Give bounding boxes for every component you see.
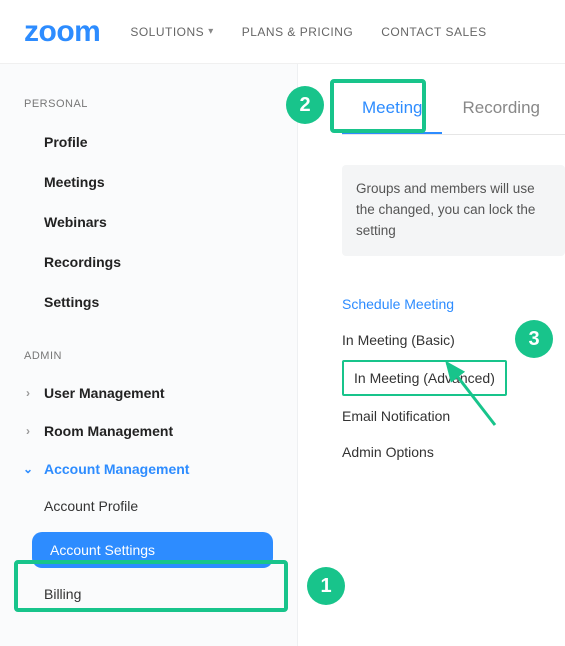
sidebar-item-profile[interactable]: Profile	[0, 122, 297, 162]
settings-sublinks: Schedule Meeting In Meeting (Basic) In M…	[342, 286, 565, 470]
top-navbar: zoom SOLUTIONS ▾ PLANS & PRICING CONTACT…	[0, 0, 565, 64]
nav-contact-sales[interactable]: CONTACT SALES	[381, 25, 486, 39]
tab-meeting[interactable]: Meeting	[342, 82, 442, 134]
chevron-right-icon: ›	[22, 386, 34, 400]
sidebar-item-webinars[interactable]: Webinars	[0, 202, 297, 242]
nav-plans-pricing[interactable]: PLANS & PRICING	[242, 25, 354, 39]
link-in-meeting-basic[interactable]: In Meeting (Basic)	[342, 322, 565, 358]
sidebar-item-meetings[interactable]: Meetings	[0, 162, 297, 202]
sidebar-item-account-settings-wrap: Account Settings	[24, 528, 273, 572]
link-in-meeting-advanced[interactable]: In Meeting (Advanced)	[342, 360, 507, 396]
nav-solutions-label: SOLUTIONS	[130, 25, 204, 39]
tab-recording[interactable]: Recording	[442, 82, 560, 134]
sidebar-item-billing[interactable]: Billing	[0, 576, 297, 612]
sidebar-item-account-management[interactable]: ⌄ Account Management	[0, 450, 297, 488]
tabs: Meeting Recording	[342, 82, 565, 135]
chevron-down-icon: ⌄	[22, 462, 34, 476]
link-schedule-meeting[interactable]: Schedule Meeting	[342, 286, 565, 322]
info-banner: Groups and members will use the changed,…	[342, 165, 565, 256]
caret-down-icon: ▾	[208, 26, 214, 37]
chevron-right-icon: ›	[22, 424, 34, 438]
sidebar-item-settings[interactable]: Settings	[0, 282, 297, 322]
sidebar-item-account-profile[interactable]: Account Profile	[0, 488, 297, 524]
section-admin: ADMIN	[0, 342, 297, 374]
sidebar-item-room-management[interactable]: › Room Management	[0, 412, 297, 450]
zoom-logo: zoom	[24, 15, 100, 49]
link-email-notification[interactable]: Email Notification	[342, 398, 565, 434]
nav-solutions[interactable]: SOLUTIONS ▾	[130, 25, 213, 39]
content-area: Meeting Recording Groups and members wil…	[298, 64, 565, 646]
nav-contact-label: CONTACT SALES	[381, 25, 486, 39]
sidebar-item-label: User Management	[44, 385, 165, 401]
link-admin-options[interactable]: Admin Options	[342, 434, 565, 470]
section-personal: PERSONAL	[0, 90, 297, 122]
sidebar-item-label: Account Management	[44, 461, 189, 477]
nav-plans-label: PLANS & PRICING	[242, 25, 354, 39]
sidebar-item-recordings[interactable]: Recordings	[0, 242, 297, 282]
sidebar-item-account-settings[interactable]: Account Settings	[32, 532, 273, 568]
sidebar-item-label: Room Management	[44, 423, 173, 439]
main-layout: PERSONAL Profile Meetings Webinars Recor…	[0, 64, 565, 646]
sidebar-item-user-management[interactable]: › User Management	[0, 374, 297, 412]
top-nav: SOLUTIONS ▾ PLANS & PRICING CONTACT SALE…	[130, 25, 486, 39]
sidebar: PERSONAL Profile Meetings Webinars Recor…	[0, 64, 298, 646]
